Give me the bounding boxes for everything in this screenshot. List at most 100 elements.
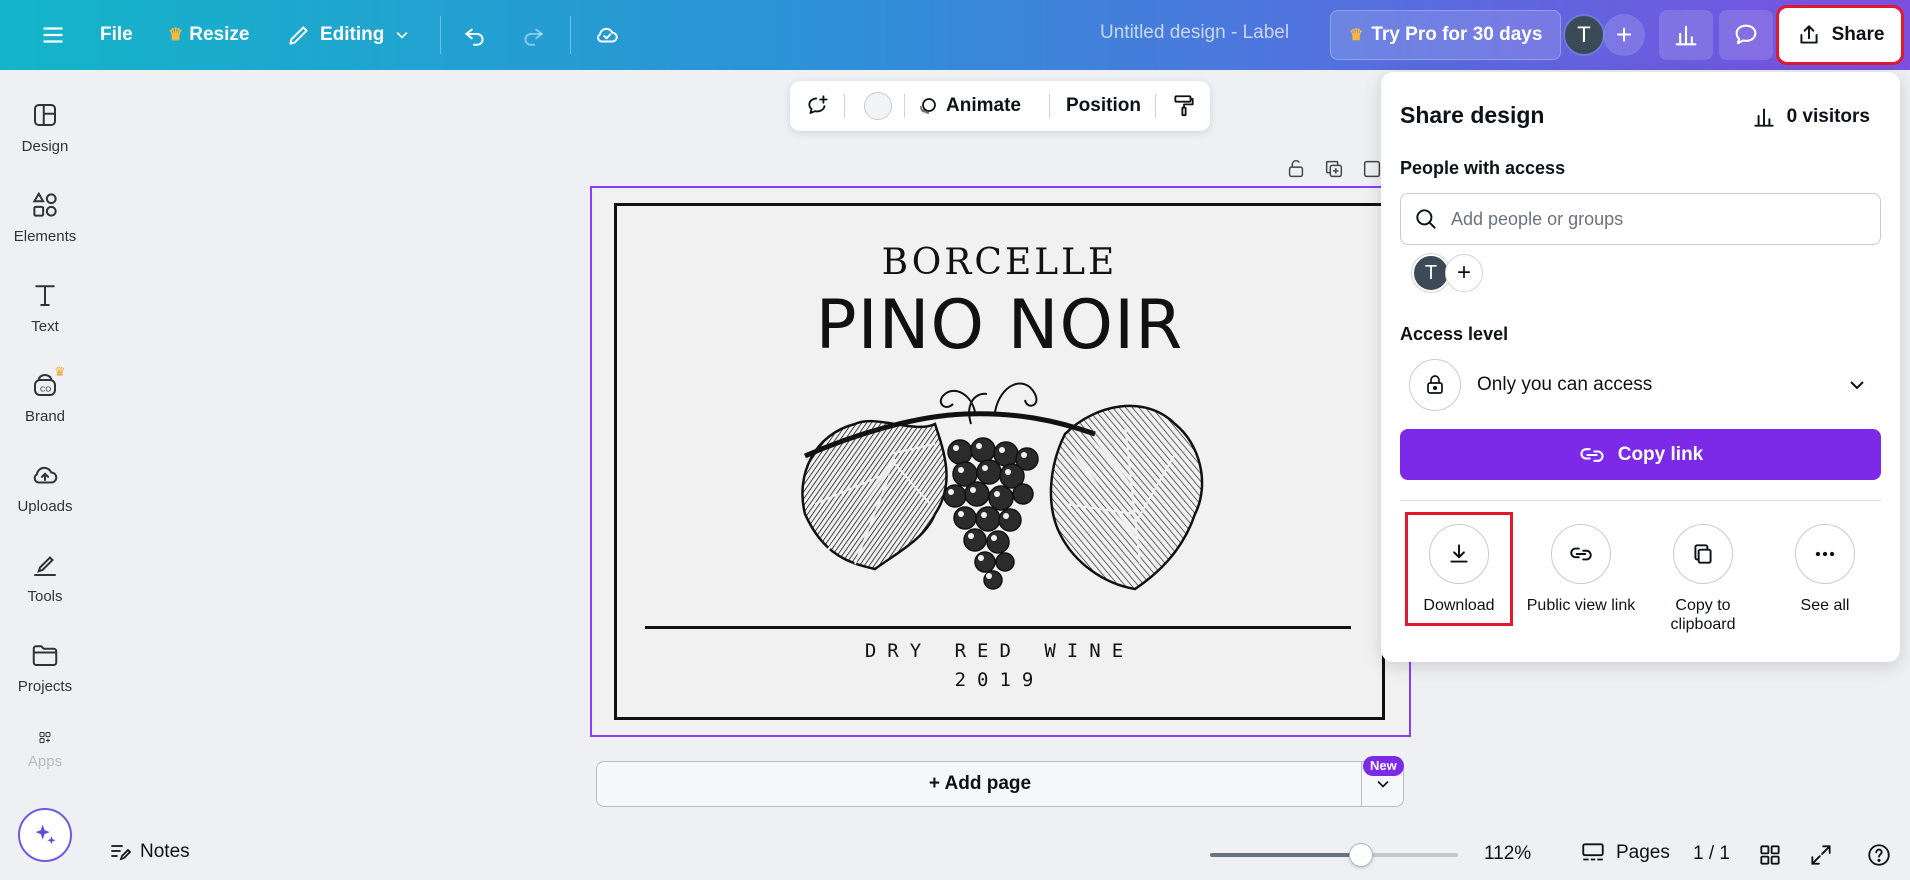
clipboard-icon: [1694, 544, 1712, 564]
toolbar-divider: [570, 16, 571, 54]
share-upload-icon: [1800, 25, 1818, 44]
try-pro-button[interactable]: ♛ Try Pro for 30 days: [1330, 10, 1562, 60]
grid-view-icon[interactable]: [1757, 842, 1783, 868]
sidebar-label: Uploads: [17, 498, 73, 515]
sidebar-item-apps[interactable]: Apps: [0, 730, 90, 770]
main-menu-button[interactable]: [30, 12, 76, 58]
label-divider-line[interactable]: [645, 626, 1351, 629]
help-icon[interactable]: [1866, 842, 1892, 868]
editing-mode-button[interactable]: Editing: [276, 12, 422, 58]
elements-icon: [32, 191, 57, 217]
apps-icon: [39, 732, 51, 743]
position-button[interactable]: Position: [1066, 81, 1141, 131]
visitors-button[interactable]: 0 visitors: [1751, 104, 1870, 130]
sidebar-item-design[interactable]: Design: [0, 100, 90, 180]
pages-icon: [1582, 843, 1604, 861]
design-canvas[interactable]: BORCELLE PINO NOIR DRY RED WINE 2019: [590, 186, 1411, 737]
access-level-dropdown[interactable]: Only you can access: [1400, 357, 1881, 413]
zoom-slider-fill: [1210, 853, 1362, 857]
document-title[interactable]: Untitled design - Label: [1100, 22, 1289, 44]
chevron-down-icon: [396, 31, 408, 39]
zoom-percentage[interactable]: 112%: [1484, 843, 1531, 865]
sidebar-item-uploads[interactable]: Uploads: [0, 460, 90, 540]
more-page-tools-icon[interactable]: [1361, 158, 1383, 180]
product-title-text[interactable]: PINO NOIR: [617, 286, 1382, 365]
tools-icon: [34, 556, 56, 576]
redo-button[interactable]: [510, 12, 556, 58]
file-menu-button[interactable]: File: [90, 12, 143, 58]
add-people-input[interactable]: [1451, 208, 1851, 230]
insights-button[interactable]: [1659, 10, 1713, 60]
resize-button[interactable]: ♛ Resize: [158, 12, 259, 58]
sidebar-item-text[interactable]: Text: [0, 280, 90, 360]
uploads-icon: [33, 466, 58, 484]
vintage-year-text[interactable]: 2019: [617, 669, 1382, 691]
comments-button[interactable]: [1719, 10, 1773, 60]
cloud-save-button[interactable]: [584, 12, 630, 58]
plus-icon: +: [1615, 19, 1633, 50]
sidebar-item-brand[interactable]: ♛ CO Brand: [0, 364, 90, 450]
context-toolbar: Animate Position: [790, 81, 1210, 131]
brand-text[interactable]: BORCELLE: [617, 242, 1382, 283]
wine-type-text[interactable]: DRY RED WINE: [617, 640, 1382, 662]
link-icon: [1570, 547, 1592, 561]
copy-style-button[interactable]: [1166, 81, 1202, 131]
notes-icon: [111, 845, 132, 861]
hamburger-icon: [43, 27, 63, 43]
copy-to-clipboard-action[interactable]: Copy to clipboard: [1644, 516, 1762, 634]
sidebar-label: Text: [31, 318, 59, 335]
chevron-down-icon: [1376, 780, 1389, 788]
search-icon: [1416, 209, 1436, 229]
zoom-slider-handle[interactable]: [1349, 843, 1374, 867]
undo-button[interactable]: [452, 12, 498, 58]
color-swatch: [864, 92, 892, 120]
pages-label: Pages: [1616, 842, 1670, 863]
cloud-check-icon: [597, 27, 618, 43]
lock-icon[interactable]: [1285, 158, 1307, 180]
redo-icon: [524, 28, 544, 46]
sparkle-icon: [35, 824, 56, 845]
panel-divider: [1400, 500, 1881, 501]
sidebar-item-tools[interactable]: Tools: [0, 550, 90, 630]
invite-plus-button[interactable]: +: [1603, 14, 1645, 56]
notes-label: Notes: [140, 841, 190, 862]
add-member-button[interactable]: +: [1445, 254, 1483, 292]
pages-button[interactable]: Pages: [1580, 840, 1670, 866]
sidebar-label: Elements: [13, 228, 77, 245]
page-tools: [1285, 158, 1383, 184]
see-all-action[interactable]: See all: [1766, 516, 1884, 615]
fullscreen-icon[interactable]: [1808, 842, 1834, 868]
duplicate-page-icon[interactable]: [1323, 158, 1345, 180]
access-level-heading: Access level: [1400, 324, 1509, 344]
share-button[interactable]: Share: [1776, 5, 1904, 65]
undo-icon: [464, 28, 484, 46]
animate-button[interactable]: Animate: [916, 81, 1021, 131]
public-view-link-action[interactable]: Public view link: [1522, 516, 1640, 615]
download-highlight-box: [1405, 512, 1513, 626]
sidebar-item-elements[interactable]: Elements: [0, 190, 90, 270]
notes-button[interactable]: Notes: [108, 840, 190, 864]
label-border-frame[interactable]: BORCELLE PINO NOIR DRY RED WINE 2019: [614, 203, 1385, 720]
svg-text:CO: CO: [40, 384, 51, 393]
copy-link-button[interactable]: Copy link: [1400, 429, 1881, 480]
color-picker-button[interactable]: [858, 81, 898, 131]
grape-vine-illustration[interactable]: [795, 364, 1209, 598]
add-comment-button[interactable]: [798, 81, 838, 131]
projects-icon: [32, 645, 58, 666]
add-people-search[interactable]: [1400, 193, 1881, 245]
paint-roller-icon: [1174, 95, 1194, 117]
sidebar-item-projects[interactable]: Projects: [0, 640, 90, 720]
crown-icon: ♛: [54, 364, 66, 379]
sidebar-label: Design: [21, 138, 69, 155]
access-level-value: Only you can access: [1477, 374, 1653, 395]
user-avatar[interactable]: T: [1563, 14, 1605, 56]
sidebar-label: Projects: [17, 678, 73, 695]
zoom-slider-track[interactable]: [1210, 853, 1458, 857]
crown-icon: ♛: [168, 25, 184, 44]
magic-assistant-button[interactable]: [18, 808, 72, 862]
editing-label: Editing: [320, 24, 385, 45]
share-panel-title: Share design: [1400, 102, 1545, 128]
bar-chart-icon: [1753, 108, 1774, 127]
comment-icon: [1735, 24, 1757, 45]
add-page-button[interactable]: + Add page: [596, 761, 1404, 807]
